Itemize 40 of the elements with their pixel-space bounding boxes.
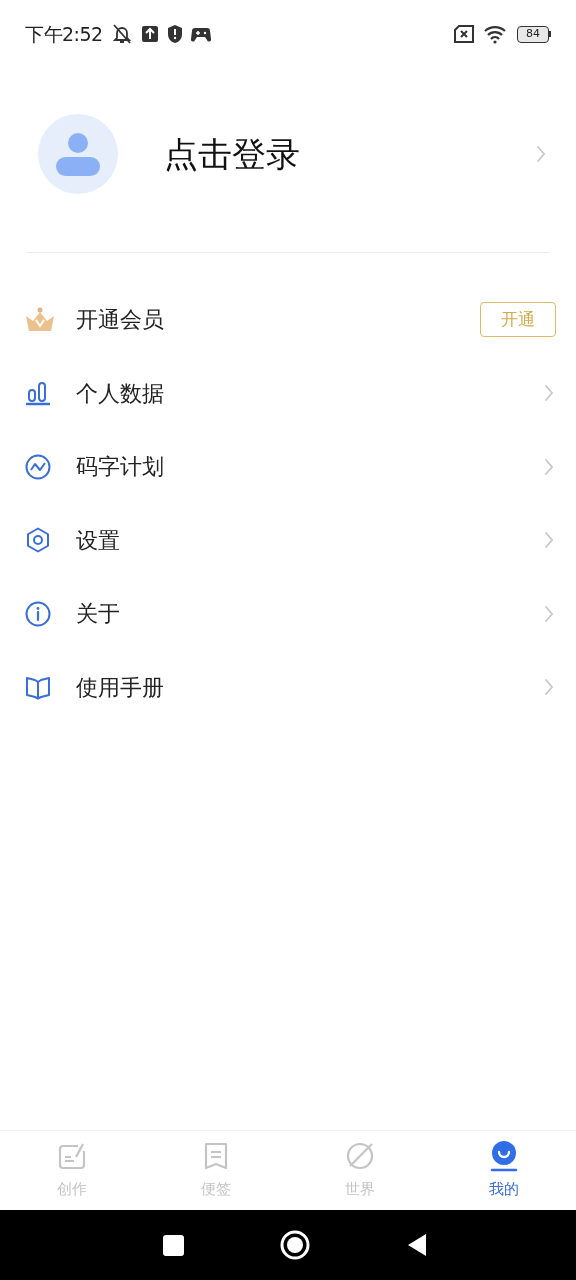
menu-label: 码字计划 [76, 453, 165, 482]
recents-button[interactable] [162, 1234, 184, 1256]
menu-label: 关于 [76, 600, 121, 629]
book-icon [24, 674, 52, 701]
gamepad-icon [190, 26, 211, 42]
chevron-right-icon [544, 384, 554, 403]
nav-label: 创作 [57, 1179, 87, 1200]
bell-off-icon [110, 24, 133, 44]
chevron-right-icon [544, 604, 554, 623]
nav-label: 我的 [489, 1179, 519, 1200]
bar-chart-icon [24, 380, 52, 407]
nav-label: 世界 [345, 1179, 375, 1200]
menu-item[interactable]: 个人数据 [0, 356, 576, 430]
info-icon [24, 599, 52, 628]
crown-icon [24, 306, 56, 333]
chevron-right-icon [544, 678, 554, 697]
upload-icon [140, 25, 159, 43]
menu-item[interactable]: 使用手册 [0, 650, 576, 724]
status-time: 下午2:52 [25, 21, 103, 47]
shield-alert-icon [166, 24, 183, 44]
menu-item[interactable]: 设置 [0, 503, 576, 577]
chevron-right-icon [544, 531, 554, 550]
sim-off-icon [453, 25, 475, 43]
login-label: 点击登录 [164, 132, 301, 176]
menu-label: 开通会员 [76, 306, 165, 335]
nav-label: 便签 [201, 1179, 231, 1200]
user-smile-icon[interactable] [488, 1140, 520, 1172]
menu-label: 设置 [76, 526, 121, 555]
home-button[interactable] [279, 1230, 310, 1260]
menu-item[interactable]: 码字计划 [0, 430, 576, 504]
menu-item[interactable]: 开通会员 开通 [0, 283, 576, 357]
menu-label: 使用手册 [76, 673, 165, 702]
login-row[interactable]: 点击登录 [0, 70, 576, 238]
settings-icon [24, 526, 52, 555]
battery-indicator: 84 [517, 25, 551, 43]
chevron-right-icon [536, 145, 546, 163]
nav-tab[interactable]: 我的 [432, 1131, 576, 1210]
chevron-right-icon [544, 457, 554, 476]
menu-label: 个人数据 [76, 379, 165, 408]
menu-item[interactable]: 关于 [0, 577, 576, 651]
